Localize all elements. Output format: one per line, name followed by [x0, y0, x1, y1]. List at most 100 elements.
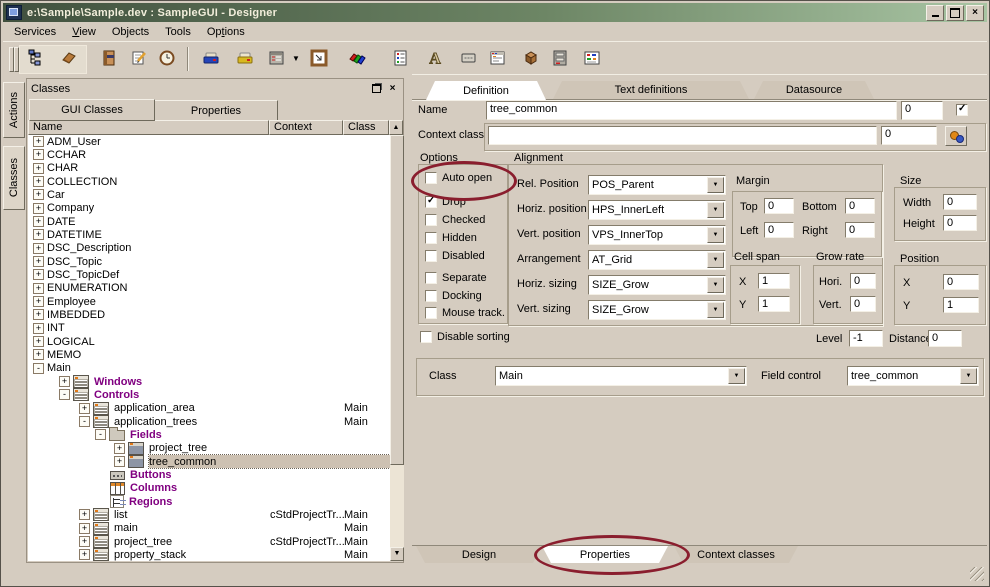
expander-icon[interactable]: +: [33, 216, 44, 227]
tree-row[interactable]: +CCHAR: [28, 148, 390, 161]
checkbox[interactable]: [425, 232, 437, 244]
close-button[interactable]: ×: [966, 5, 984, 21]
expander-icon[interactable]: -: [33, 363, 44, 374]
expander-icon[interactable]: -: [59, 389, 70, 400]
context-class-input[interactable]: [488, 126, 877, 145]
menu-tools[interactable]: Tools: [157, 24, 199, 40]
tab-properties[interactable]: Properties: [542, 546, 668, 563]
form-properties-dropdown[interactable]: ▼: [289, 46, 303, 72]
distance-input[interactable]: 0: [928, 330, 962, 347]
tree-row[interactable]: +Car: [28, 188, 390, 201]
expander-icon[interactable]: +: [59, 376, 70, 387]
tree-row[interactable]: +project_treecStdProjectTr...Main: [28, 535, 390, 548]
dialog-button[interactable]: [578, 46, 606, 72]
expander-icon[interactable]: +: [33, 323, 44, 334]
class-browser-button[interactable]: [22, 46, 50, 72]
tree-row-selected[interactable]: +tree_common: [28, 455, 390, 468]
image-editor-button[interactable]: [305, 46, 333, 72]
form-properties-button[interactable]: [263, 46, 291, 72]
cell-span-y-input[interactable]: 1: [758, 296, 790, 312]
drive-yellow-button[interactable]: [231, 46, 259, 72]
edit-notes-button[interactable]: [125, 46, 153, 72]
font-button[interactable]: A: [421, 46, 449, 72]
scroll-down-button[interactable]: ▼: [390, 547, 404, 561]
expander-icon[interactable]: +: [79, 509, 90, 520]
name-input[interactable]: tree_common: [486, 101, 897, 120]
horiz-position-select[interactable]: HPS_InnerLeft▼: [588, 200, 726, 220]
expander-icon[interactable]: +: [33, 296, 44, 307]
field-control-select[interactable]: tree_common▼: [847, 366, 979, 386]
drive-blue-button[interactable]: [197, 46, 225, 72]
expander-icon[interactable]: +: [33, 163, 44, 174]
report-list-button[interactable]: [387, 46, 415, 72]
position-y-input[interactable]: 1: [943, 297, 979, 313]
scroll-up-button[interactable]: ▲: [389, 120, 403, 135]
tree-scrollbar[interactable]: ▼: [390, 135, 404, 561]
margin-right-input[interactable]: 0: [845, 222, 875, 238]
tree-row[interactable]: +project_tree: [28, 442, 390, 455]
expander-icon[interactable]: +: [33, 269, 44, 280]
chevron-down-icon[interactable]: ▼: [707, 252, 724, 268]
tree-row[interactable]: +DSC_Description: [28, 242, 390, 255]
tab-datasource[interactable]: Datasource: [754, 81, 874, 99]
tree-row[interactable]: +application_areaMain: [28, 402, 390, 415]
level-input[interactable]: -1: [849, 330, 883, 347]
dock-tab-actions[interactable]: Actions: [3, 82, 25, 138]
expander-icon[interactable]: +: [114, 456, 125, 467]
context-class-number-input[interactable]: 0: [881, 126, 937, 145]
tree-row[interactable]: -Controls: [28, 388, 390, 401]
tree-row[interactable]: +MEMO: [28, 348, 390, 361]
tab-definition[interactable]: Definition: [426, 81, 546, 100]
expander-icon[interactable]: -: [95, 429, 106, 440]
tree-row[interactable]: +DSC_TopicDef: [28, 268, 390, 281]
expander-icon[interactable]: +: [33, 136, 44, 147]
horiz-sizing-select[interactable]: SIZE_Grow▼: [588, 275, 726, 295]
checkbox[interactable]: [425, 250, 437, 262]
clock-button[interactable]: [153, 46, 181, 72]
checkbox-disable-sorting[interactable]: Disable sorting: [420, 331, 510, 343]
tree-row[interactable]: +listcStdProjectTr...Main: [28, 508, 390, 521]
tab-properties-left[interactable]: Properties: [154, 100, 278, 121]
tree-row[interactable]: +COLLECTION: [28, 175, 390, 188]
position-x-input[interactable]: 0: [943, 274, 979, 290]
checkbox-disabled[interactable]: Disabled: [425, 250, 485, 262]
checkbox-docking[interactable]: Docking: [425, 290, 482, 302]
server-button[interactable]: [546, 46, 574, 72]
dock-tab-classes[interactable]: Classes: [3, 146, 25, 210]
scrollbar-thumb[interactable]: [390, 135, 404, 465]
tree-row[interactable]: +CHAR: [28, 162, 390, 175]
column-header-name[interactable]: Name: [28, 120, 269, 135]
tree-row[interactable]: -application_treesMain: [28, 415, 390, 428]
checkbox[interactable]: [425, 290, 437, 302]
tab-context-classes[interactable]: Context classes: [674, 546, 798, 563]
tree-row[interactable]: +DSC_Topic: [28, 255, 390, 268]
checkbox[interactable]: [425, 172, 437, 184]
tree-row[interactable]: +LOGICAL: [28, 335, 390, 348]
margin-top-input[interactable]: 0: [764, 198, 794, 214]
rel-position-select[interactable]: POS_Parent▼: [588, 175, 726, 195]
expander-icon[interactable]: +: [33, 203, 44, 214]
cube-button[interactable]: [517, 46, 545, 72]
tree-row[interactable]: +Windows: [28, 375, 390, 388]
tree-row[interactable]: +DATE: [28, 215, 390, 228]
resize-grip[interactable]: [970, 567, 984, 581]
maximize-button[interactable]: [946, 5, 964, 21]
expander-icon[interactable]: +: [33, 176, 44, 187]
grow-rate-hori-input[interactable]: 0: [850, 273, 876, 289]
class-select[interactable]: Main▼: [495, 366, 747, 386]
minimize-button[interactable]: [926, 5, 944, 21]
chevron-down-icon[interactable]: ▼: [728, 368, 745, 384]
chevron-down-icon[interactable]: ▼: [707, 177, 724, 193]
expander-icon[interactable]: +: [33, 349, 44, 360]
vert-position-select[interactable]: VPS_InnerTop▼: [588, 225, 726, 245]
checkbox-auto-open[interactable]: Auto open: [425, 172, 492, 184]
chevron-down-icon[interactable]: ▼: [960, 368, 977, 384]
tree-row[interactable]: +property_stackMain: [28, 548, 390, 561]
tree-row[interactable]: +ENUMERATION: [28, 282, 390, 295]
tree-row[interactable]: +Company: [28, 202, 390, 215]
expander-icon[interactable]: +: [33, 149, 44, 160]
tree-row[interactable]: +INT: [28, 322, 390, 335]
chevron-down-icon[interactable]: ▼: [707, 302, 724, 318]
tree-row[interactable]: +Employee: [28, 295, 390, 308]
margin-bottom-input[interactable]: 0: [845, 198, 875, 214]
